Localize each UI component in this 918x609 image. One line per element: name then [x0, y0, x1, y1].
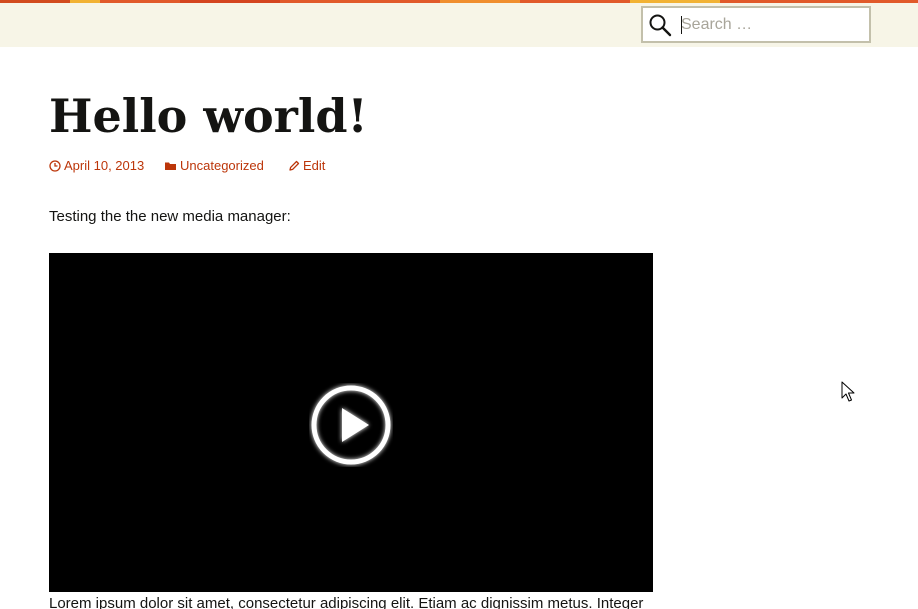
accent-stripe	[0, 0, 918, 3]
pencil-icon	[289, 160, 300, 171]
post-date: April 10, 2013	[64, 158, 145, 173]
page: Hello world! April 10, 2013 Uncategorize…	[0, 0, 918, 609]
search-box[interactable]	[641, 6, 871, 43]
post-title: Hello world!	[49, 89, 368, 143]
folder-icon	[165, 162, 176, 170]
post-category: Uncategorized	[180, 158, 264, 173]
search-icon[interactable]	[648, 13, 672, 37]
search-input[interactable]	[679, 8, 867, 41]
text-caret	[681, 16, 682, 34]
clock-icon	[49, 160, 61, 172]
post-intro: Testing the the new media manager:	[49, 208, 291, 225]
post-category-link[interactable]: Uncategorized	[165, 157, 264, 175]
mouse-pointer-icon	[841, 381, 855, 402]
post-edit-link[interactable]: Edit	[288, 157, 325, 175]
video-player[interactable]	[49, 253, 653, 592]
play-icon[interactable]	[309, 383, 393, 467]
post-date-link[interactable]: April 10, 2013	[49, 157, 144, 175]
post-edit-label: Edit	[303, 158, 326, 173]
post-body-text: Lorem ipsum dolor sit amet, consectetur …	[49, 595, 644, 609]
top-navbar	[0, 0, 918, 47]
